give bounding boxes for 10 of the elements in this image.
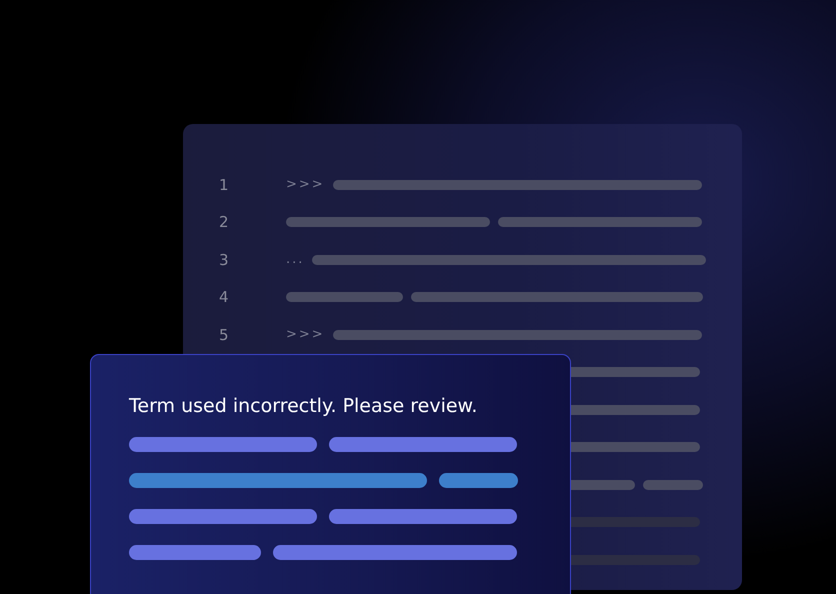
line-number: 5 — [218, 326, 230, 344]
prompt-symbol: ... — [286, 252, 304, 268]
line-number: 2 — [218, 213, 230, 232]
line-number: 1 — [218, 176, 230, 194]
code-placeholder-bar — [643, 480, 703, 490]
prompt-symbol: >>> — [286, 327, 325, 342]
line-number: 3 — [218, 250, 230, 269]
prompt-symbol: >>> — [286, 177, 325, 192]
popup-message: Term used incorrectly. Please review. — [129, 395, 478, 417]
line-number: 4 — [218, 288, 230, 306]
